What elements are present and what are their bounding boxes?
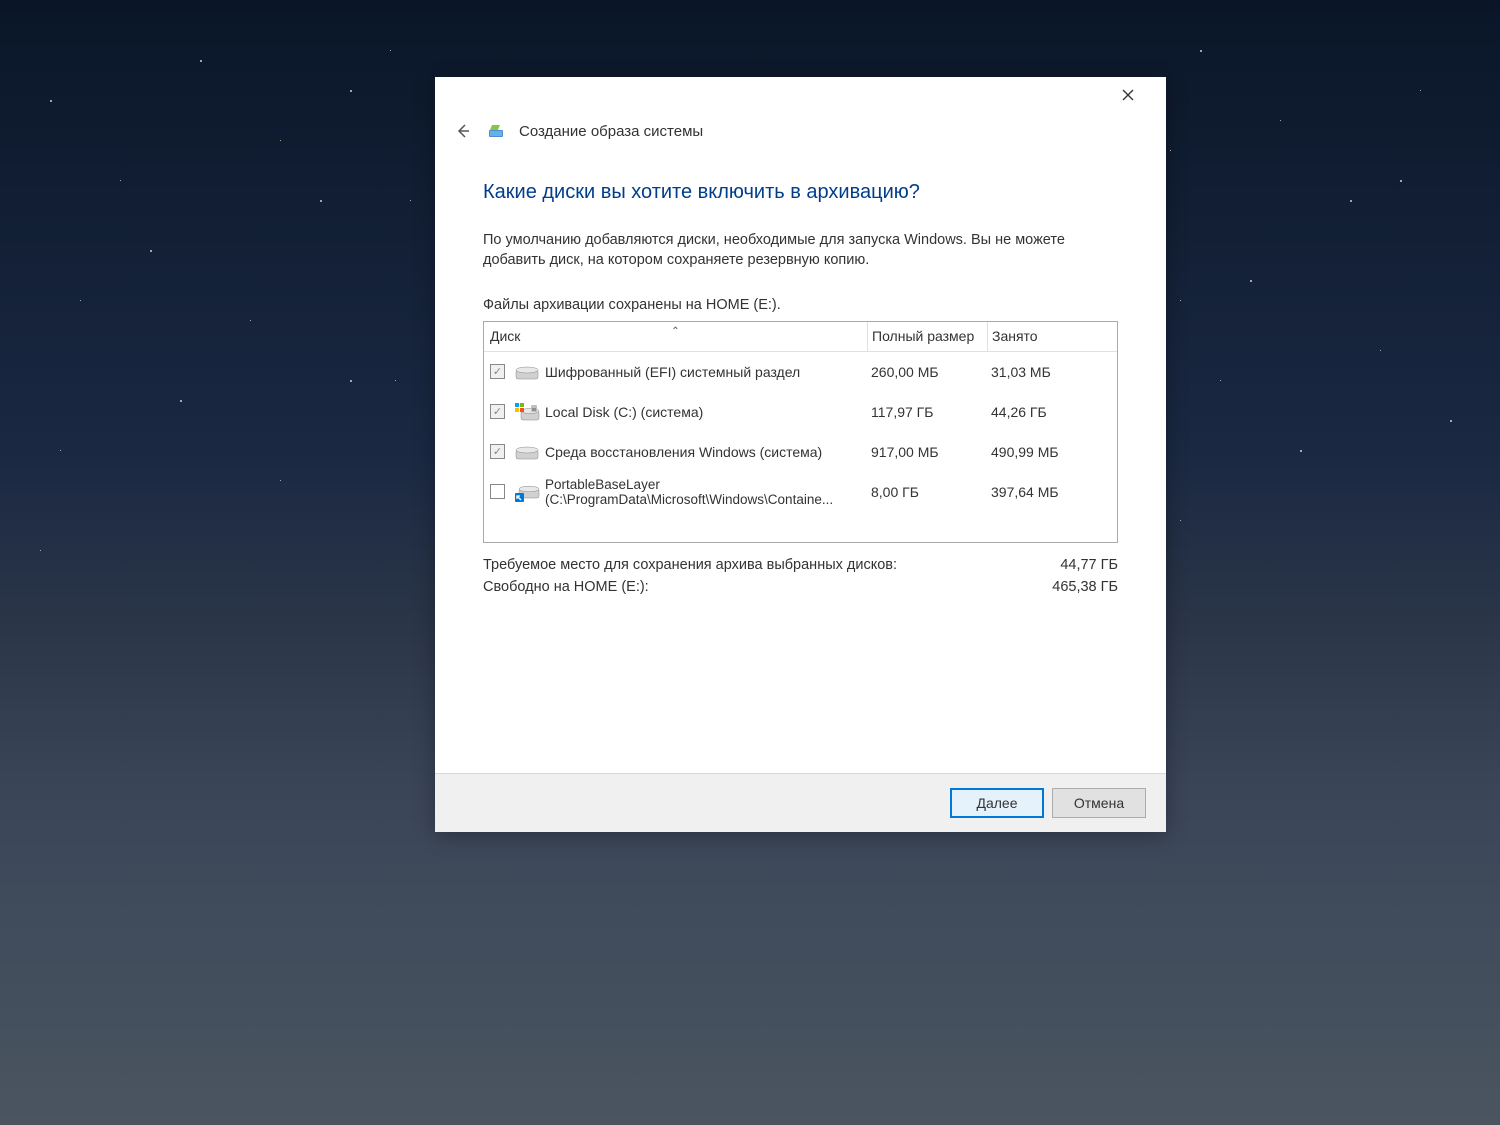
summary-required-value: 44,77 ГБ [1060,557,1118,573]
table-row: Среда восстановления Windows (система) 9… [484,432,1117,472]
summary-required: Требуемое место для сохранения архива вы… [483,557,1118,573]
close-icon [1122,89,1134,101]
summary-free-label: Свободно на HOME (E:): [483,579,649,595]
table-row: PortableBaseLayer(C:\ProgramData\Microso… [484,472,1117,512]
disk-used: 44,26 ГБ [987,404,1117,420]
disk-name: Среда восстановления Windows (система) [545,444,822,460]
disk-size: 117,97 ГБ [867,404,987,420]
disk-used: 490,99 МБ [987,444,1117,460]
titlebar [435,77,1166,113]
summary-free-value: 465,38 ГБ [1052,579,1118,595]
disk-table: ⌃ Диск Полный размер Занято Шифрованный … [483,321,1118,543]
table-row: Local Disk (C:) (система) 117,97 ГБ 44,2… [484,392,1117,432]
system-image-dialog: Создание образа системы Какие диски вы х… [435,77,1166,832]
back-button[interactable] [453,121,473,141]
column-header-disk[interactable]: ⌃ Диск [484,328,867,344]
summary-required-label: Требуемое место для сохранения архива вы… [483,557,897,573]
window-title: Создание образа системы [519,123,703,140]
sort-indicator-icon: ⌃ [671,326,679,337]
disk-size: 260,00 МБ [867,364,987,380]
table-header: ⌃ Диск Полный размер Занято [484,322,1117,352]
disk-path: (C:\ProgramData\Microsoft\Windows\Contai… [545,492,867,507]
next-button[interactable]: Далее [950,788,1044,818]
column-header-size[interactable]: Полный размер [867,322,987,351]
table-row: Шифрованный (EFI) системный раздел 260,0… [484,352,1117,392]
disk-name: PortableBaseLayer [545,477,867,492]
app-icon [487,122,505,140]
disk-name: Шифрованный (EFI) системный раздел [545,364,800,380]
dialog-footer: Далее Отмена [435,773,1166,832]
summary-free: Свободно на HOME (E:): 465,38 ГБ [483,579,1118,595]
disk-icon [513,401,541,423]
disk-size: 8,00 ГБ [867,484,987,500]
page-heading: Какие диски вы хотите включить в архивац… [483,181,1118,204]
dialog-content: Какие диски вы хотите включить в архивац… [435,155,1166,773]
close-button[interactable] [1108,80,1148,110]
save-location-text: Файлы архивации сохранены на HOME (E:). [483,297,1118,313]
disk-used: 397,64 МБ [987,484,1117,500]
disk-name: Local Disk (C:) (система) [545,404,703,420]
disk-icon [513,441,541,463]
disk-used: 31,03 МБ [987,364,1117,380]
description: По умолчанию добавляются диски, необходи… [483,230,1118,271]
column-header-used[interactable]: Занято [987,322,1117,351]
header-row: Создание образа системы [435,113,1166,155]
disk-checkbox [490,364,505,379]
disk-checkbox [490,444,505,459]
table-body: Шифрованный (EFI) системный раздел 260,0… [484,352,1117,512]
back-arrow-icon [455,123,471,139]
disk-icon [513,361,541,383]
disk-icon [513,481,541,503]
disk-checkbox[interactable] [490,484,505,499]
cancel-button[interactable]: Отмена [1052,788,1146,818]
disk-size: 917,00 МБ [867,444,987,460]
disk-checkbox [490,404,505,419]
